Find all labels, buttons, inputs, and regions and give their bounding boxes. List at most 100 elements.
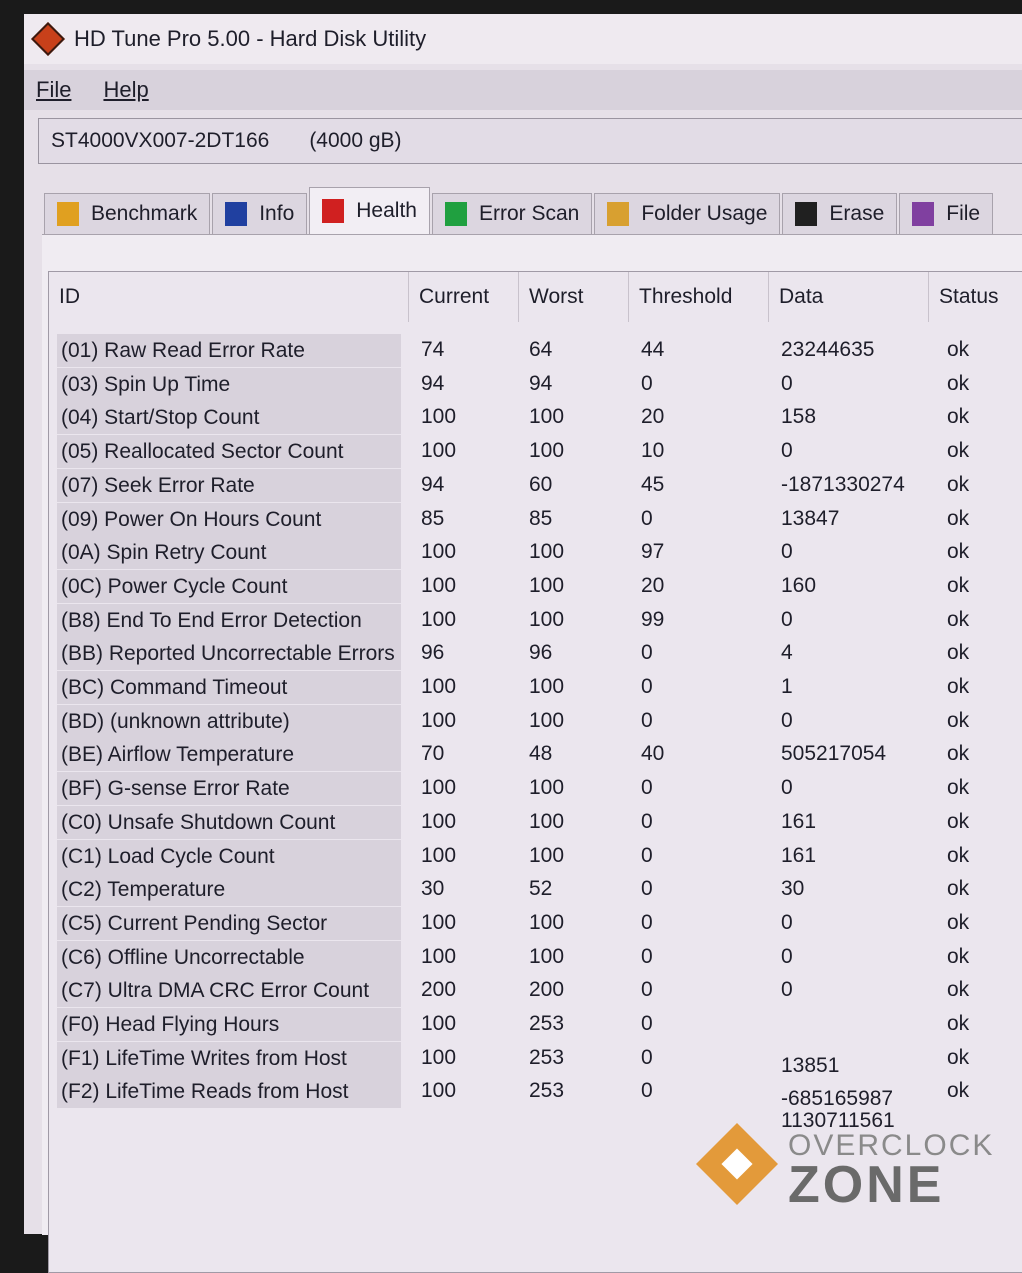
tab-label: File [946, 202, 981, 225]
cell-data: 505217054 [781, 742, 887, 766]
cell-data: 0 [781, 708, 793, 732]
menu-help[interactable]: Help [103, 77, 148, 103]
cell-data: 0 [781, 371, 793, 395]
table-row[interactable]: (07) Seek Error Rate 94 60 45 -1871330274 ok [49, 468, 1022, 502]
health-panel: ID Current Worst Threshold Data Status (01) Ra… [42, 234, 1022, 1273]
cell-threshold: 0 [641, 1045, 653, 1069]
cell-current: 100 [421, 809, 457, 833]
cell-id: (04) Start/Stop Count [57, 401, 401, 435]
cell-threshold: 0 [641, 708, 653, 732]
tab-bar: Benchmark Info Health Error Scan Folder Usag… [44, 186, 1022, 234]
tab-file[interactable]: File [899, 193, 994, 234]
table-row[interactable]: (BC) Command Timeout 100 100 0 1 ok [49, 671, 1022, 704]
table-row[interactable]: (C1) Load Cycle Count 100 100 0 161 ok [49, 839, 1022, 873]
tab-benchmark[interactable]: Benchmark [44, 193, 211, 234]
table-row[interactable]: (C6) Offline Uncorrectable 100 100 0 0 ok [49, 940, 1022, 974]
table-row[interactable]: (C2) Temperature 30 52 0 30 ok [49, 873, 1022, 907]
trash-icon [795, 202, 818, 226]
cell-id: (BD) (unknown attribute) [57, 704, 401, 738]
cell-worst: 100 [529, 573, 565, 597]
app-window: HD Tune Pro 5.00 - Hard Disk Utility Fil… [24, 14, 1022, 1273]
table-row[interactable]: (09) Power On Hours Count 85 85 0 13847 ok [49, 502, 1022, 536]
table-row[interactable]: (C0) Unsafe Shutdown Count 100 100 0 161 ok [49, 805, 1022, 839]
cell-current: 100 [421, 1012, 457, 1035]
cell-current: 100 [421, 573, 457, 597]
cell-id: (0A) Spin Retry Count [57, 536, 401, 570]
table-row[interactable]: (0C) Power Cycle Count 100 100 20 160 ok [49, 569, 1022, 603]
table-row[interactable]: (BF) G-sense Error Rate 100 100 0 0 ok [49, 772, 1022, 806]
cell-status: ok [947, 675, 970, 698]
cell-id: (C6) Offline Uncorrectable [57, 940, 401, 974]
drive-capacity: (4000 gB) [309, 129, 402, 152]
cell-current: 100 [421, 910, 457, 934]
cell-status: ok [947, 641, 970, 665]
tab-label: Error Scan [478, 202, 580, 225]
drive-selector[interactable]: ST4000VX007-2DT166 (4000 gB) [38, 118, 1022, 164]
cell-threshold: 0 [641, 944, 653, 968]
tab-error-scan[interactable]: Error Scan [431, 193, 593, 234]
cell-id: (05) Reallocated Sector Count [57, 435, 401, 469]
table-row[interactable]: (04) Start/Stop Count 100 100 20 158 ok [49, 401, 1022, 435]
title-bar: HD Tune Pro 5.00 - Hard Disk Utility [24, 14, 1022, 64]
table-row[interactable]: (03) Spin Up Time 94 94 0 0 ok [49, 367, 1022, 401]
table-row[interactable]: (F0) Head Flying Hours 100 253 0 ok [49, 1008, 1022, 1041]
cell-worst: 60 [529, 472, 553, 496]
table-row[interactable]: (BD) (unknown attribute) 100 100 0 0 ok [49, 704, 1022, 738]
table-row[interactable]: (C5) Current Pending Sector 100 100 0 0 ok [49, 906, 1022, 940]
cell-threshold: 0 [641, 675, 653, 698]
cell-data: 161 [781, 843, 817, 867]
tab-health[interactable]: Health [309, 187, 430, 234]
table-row[interactable]: (F2) LifeTime Reads from Host 100 253 0 -685… [49, 1075, 1022, 1110]
cell-threshold: 0 [641, 877, 653, 901]
cell-status: ok [947, 439, 970, 463]
cell-worst: 100 [529, 675, 565, 698]
cell-worst: 100 [529, 944, 565, 968]
table-row[interactable]: (B8) End To End Error Detection 100 100 99 0… [49, 603, 1022, 637]
watermark-logo: OVERCLOCK ZONE [690, 1122, 1020, 1215]
cell-id: (C7) Ultra DMA CRC Error Count [57, 974, 401, 1008]
cell-current: 94 [421, 371, 445, 395]
cell-threshold: 45 [641, 472, 665, 496]
cell-status: ok [947, 371, 970, 395]
cell-worst: 100 [529, 405, 565, 429]
column-header-worst[interactable]: Worst [519, 272, 629, 322]
table-row[interactable]: (F1) LifeTime Writes from Host 100 253 0 138… [49, 1041, 1022, 1077]
column-header-data[interactable]: Data [769, 272, 929, 322]
cell-id: (09) Power On Hours Count [57, 502, 401, 536]
cell-id: (0C) Power Cycle Count [57, 569, 401, 603]
smart-table: ID Current Worst Threshold Data Status (01) Ra… [48, 271, 1022, 1273]
table-row[interactable]: (C7) Ultra DMA CRC Error Count 200 200 0 0 ok [49, 974, 1022, 1008]
tab-folder-usage[interactable]: Folder Usage [594, 193, 781, 234]
cell-data: 0 [781, 910, 793, 934]
table-row[interactable]: (BB) Reported Uncorrectable Errors 96 96 0 4… [49, 637, 1022, 671]
column-header-current[interactable]: Current [409, 272, 519, 322]
cell-threshold: 0 [641, 506, 653, 530]
tab-label: Benchmark [91, 202, 198, 225]
cell-current: 100 [421, 405, 457, 429]
cell-current: 100 [421, 843, 457, 867]
tab-info[interactable]: Info [212, 193, 308, 234]
column-header-status[interactable]: Status [929, 272, 1022, 322]
cell-current: 100 [421, 708, 457, 732]
cell-status: ok [947, 1079, 970, 1103]
info-person-icon [225, 202, 248, 226]
table-row[interactable]: (BE) Airflow Temperature 70 48 40 505217054 o… [49, 738, 1022, 772]
cell-status: ok [947, 540, 970, 564]
table-row[interactable]: (01) Raw Read Error Rate 74 64 44 23244635 ok [49, 334, 1022, 367]
tab-erase[interactable]: Erase [782, 193, 898, 234]
cell-threshold: 0 [641, 1012, 653, 1035]
cell-status: ok [947, 742, 970, 766]
table-row[interactable]: (0A) Spin Retry Count 100 100 97 0 ok [49, 536, 1022, 570]
cell-threshold: 44 [641, 338, 665, 361]
column-header-id[interactable]: ID [49, 272, 409, 322]
menu-bar: File Help [24, 70, 1022, 110]
cell-data: 30 [781, 877, 805, 901]
menu-file[interactable]: File [36, 77, 71, 103]
cell-id: (07) Seek Error Rate [57, 468, 401, 502]
column-header-threshold[interactable]: Threshold [629, 272, 769, 322]
table-row[interactable]: (05) Reallocated Sector Count 100 100 10 0 ok [49, 435, 1022, 469]
cell-status: ok [947, 944, 970, 968]
cell-data: -1871330274 [781, 472, 905, 496]
cell-status: ok [947, 708, 970, 732]
cell-worst: 100 [529, 776, 565, 800]
